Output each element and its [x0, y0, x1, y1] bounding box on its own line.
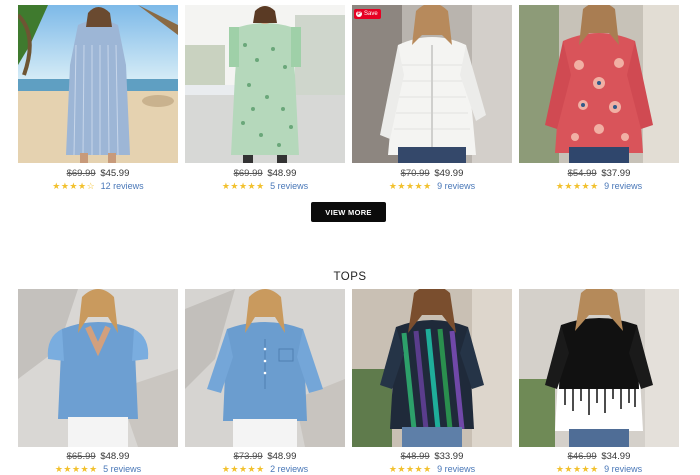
original-price: $69.99 — [66, 168, 96, 179]
star-rating-icon: ★★★★★ — [555, 464, 599, 474]
reviews-link[interactable]: 9 reviews — [437, 181, 475, 191]
price-line: $70.99 $49.99 — [352, 168, 512, 179]
product-card[interactable]: $69.99 $45.99 ★★★★☆ 12 reviews — [18, 5, 178, 191]
star-rating-icon: ★★★★☆ — [52, 181, 96, 191]
sale-price: $45.99 — [100, 168, 130, 179]
sale-price: $37.99 — [601, 168, 631, 179]
star-rating-icon: ★★★★★ — [54, 464, 98, 474]
product-image-denim-button-top[interactable] — [185, 289, 345, 447]
rating-line: ★★★★★ 9 reviews — [519, 464, 679, 475]
price-line: $69.99 $48.99 — [185, 168, 345, 179]
product-card[interactable]: P Save $70.99 $49.99 ★★★★★ 9 reviews — [352, 5, 512, 191]
section-title-tops: TOPS — [333, 271, 367, 283]
sale-price: $34.99 — [601, 451, 631, 462]
product-image-green-stripe-tunic[interactable] — [352, 289, 512, 447]
rating-line: ★★★★☆ 12 reviews — [18, 181, 178, 192]
star-rating-icon: ★★★★★ — [388, 464, 432, 474]
product-image-white-cardigan[interactable]: P Save — [352, 5, 512, 163]
reviews-link[interactable]: 9 reviews — [604, 464, 642, 474]
rating-line: ★★★★★ 9 reviews — [519, 181, 679, 192]
star-rating-icon: ★★★★★ — [388, 181, 432, 191]
sale-price: $48.99 — [267, 168, 297, 179]
product-card[interactable]: $46.99 $34.99 ★★★★★ 9 reviews — [519, 289, 679, 474]
reviews-link[interactable]: 9 reviews — [604, 181, 642, 191]
product-card[interactable]: $65.99 $48.99 ★★★★★ 5 reviews — [18, 289, 178, 474]
product-card[interactable]: $48.99 $33.99 ★★★★★ 9 reviews — [352, 289, 512, 474]
reviews-link[interactable]: 9 reviews — [437, 464, 475, 474]
product-card[interactable]: $69.99 $48.99 ★★★★★ 5 reviews — [185, 5, 345, 191]
reviews-link[interactable]: 2 reviews — [270, 464, 308, 474]
save-button[interactable]: P Save — [354, 9, 381, 19]
rating-line: ★★★★★ 9 reviews — [352, 181, 512, 192]
price-line: $65.99 $48.99 — [18, 451, 178, 462]
product-image-green-floral-jumpsuit[interactable] — [185, 5, 345, 163]
star-rating-icon: ★★★★★ — [221, 464, 265, 474]
save-label: Save — [364, 11, 378, 17]
original-price: $73.99 — [233, 451, 263, 462]
product-image-black-white-gradient-top[interactable] — [519, 289, 679, 447]
original-price: $65.99 — [66, 451, 96, 462]
rating-line: ★★★★★ 5 reviews — [18, 464, 178, 475]
sale-price: $48.99 — [267, 451, 297, 462]
rating-line: ★★★★★ 5 reviews — [185, 181, 345, 192]
product-image-red-paisley-blouse[interactable] — [519, 5, 679, 163]
sale-price: $33.99 — [434, 451, 464, 462]
sale-price: $49.99 — [434, 168, 464, 179]
original-price: $70.99 — [400, 168, 430, 179]
product-image-striped-jumpsuit[interactable] — [18, 5, 178, 163]
price-line: $54.99 $37.99 — [519, 168, 679, 179]
original-price: $54.99 — [567, 168, 597, 179]
original-price: $69.99 — [233, 168, 263, 179]
product-image-denim-puff-sleeve-top[interactable] — [18, 289, 178, 447]
price-line: $69.99 $45.99 — [18, 168, 178, 179]
reviews-link[interactable]: 5 reviews — [103, 464, 141, 474]
price-line: $48.99 $33.99 — [352, 451, 512, 462]
price-line: $73.99 $48.99 — [185, 451, 345, 462]
star-rating-icon: ★★★★★ — [555, 181, 599, 191]
original-price: $48.99 — [400, 451, 430, 462]
pinterest-icon: P — [356, 11, 362, 17]
product-card[interactable]: $54.99 $37.99 ★★★★★ 9 reviews — [519, 5, 679, 191]
rating-line: ★★★★★ 2 reviews — [185, 464, 345, 475]
star-rating-icon: ★★★★★ — [221, 181, 265, 191]
rating-line: ★★★★★ 9 reviews — [352, 464, 512, 475]
view-more-button[interactable]: VIEW MORE — [311, 202, 386, 222]
product-card[interactable]: $73.99 $48.99 ★★★★★ 2 reviews — [185, 289, 345, 474]
reviews-link[interactable]: 12 reviews — [101, 181, 144, 191]
price-line: $46.99 $34.99 — [519, 451, 679, 462]
original-price: $46.99 — [567, 451, 597, 462]
reviews-link[interactable]: 5 reviews — [270, 181, 308, 191]
sale-price: $48.99 — [100, 451, 130, 462]
